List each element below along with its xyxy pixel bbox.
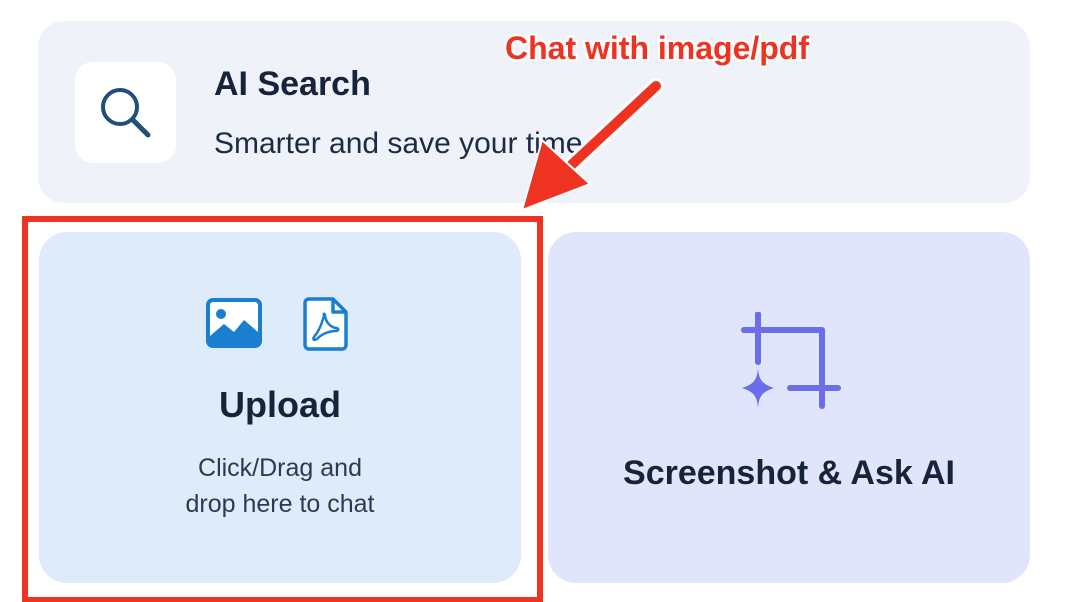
- upload-description-line2: drop here to chat: [185, 490, 375, 518]
- image-icon: [206, 298, 262, 348]
- annotation-callout-text: Chat with image/pdf: [505, 30, 809, 66]
- search-icon-box: [75, 62, 176, 163]
- upload-icons: [39, 297, 521, 352]
- upload-title: Upload: [219, 384, 341, 425]
- upload-card[interactable]: Upload Click/Drag and drop here to chat: [39, 232, 521, 583]
- ai-search-subtitle: Smarter and save your time: [214, 127, 583, 160]
- screenshot-ask-ai-card[interactable]: Screenshot & Ask AI: [548, 232, 1030, 583]
- search-icon: [101, 88, 151, 138]
- ai-search-title: AI Search: [214, 65, 371, 103]
- crop-sparkle-icon: [741, 312, 841, 409]
- upload-description-line1: Click/Drag and: [198, 454, 362, 482]
- screenshot-ask-ai-title: Screenshot & Ask AI: [623, 454, 955, 492]
- pdf-file-icon: [303, 297, 348, 351]
- popup-panel: AI Search Smarter and save your time Upl…: [0, 0, 1066, 602]
- upload-description: Click/Drag and drop here to chat: [39, 450, 521, 522]
